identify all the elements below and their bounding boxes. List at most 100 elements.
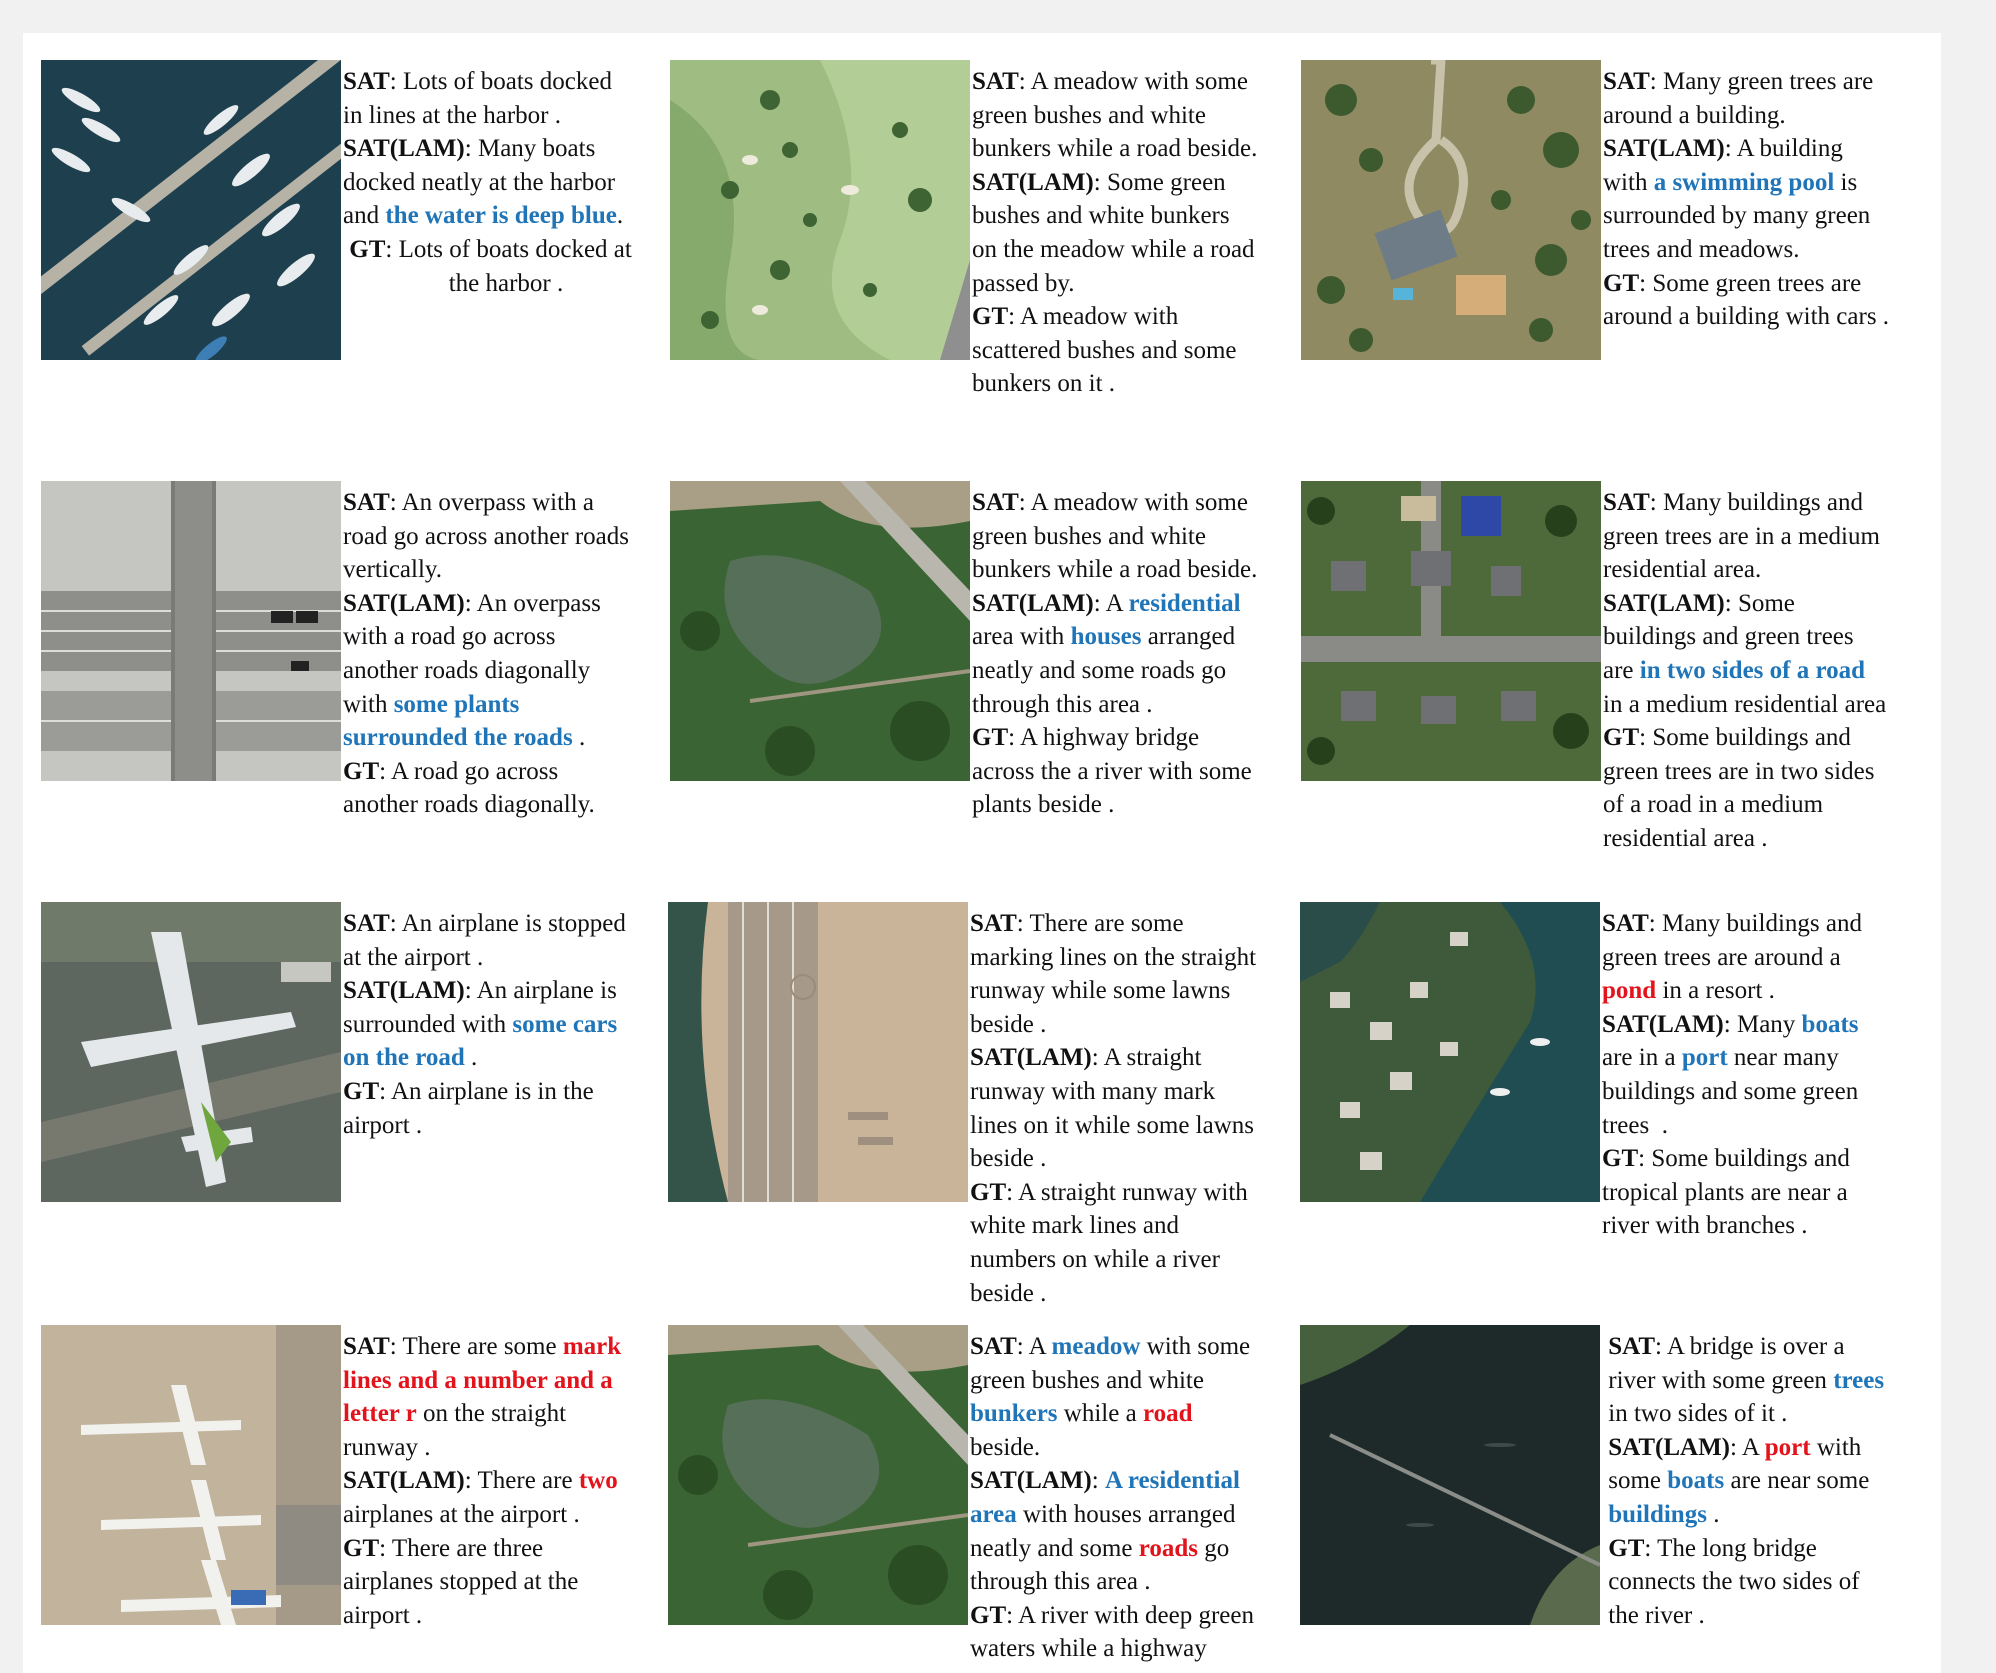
- caption-text: : Many: [1723, 1010, 1802, 1038]
- caption-line: in lines at the harbor .: [343, 99, 669, 133]
- caption-line: green bushes and white: [972, 99, 1298, 133]
- caption-label: GT: [970, 1178, 1007, 1206]
- caption-text: are near some: [1724, 1467, 1870, 1495]
- caption-line: SAT(LAM): A residential: [970, 1464, 1296, 1498]
- caption-text: : A river with deep green: [1006, 1601, 1254, 1629]
- caption-line: tropical plants are near a: [1602, 1176, 1928, 1210]
- caption-line: GT: A highway bridge: [972, 721, 1298, 755]
- caption-runway: SAT: There are some marking lines on the …: [970, 907, 1296, 1310]
- caption-label: SAT: [972, 68, 1019, 95]
- caption-text: the river .: [1602, 1601, 1705, 1629]
- caption-line: SAT: An airplane is stopped: [343, 907, 669, 941]
- highlight-blue: meadow: [1051, 1333, 1141, 1360]
- caption-text: with a road go across: [343, 623, 556, 651]
- caption-text: the harbor .: [448, 269, 564, 297]
- caption-line: neatly and some roads go: [970, 1532, 1296, 1566]
- caption-golf-meadow: SAT: A meadow with some green bushes and …: [972, 65, 1298, 401]
- house-image: [1301, 60, 1601, 360]
- caption-text: airplanes at the airport .: [343, 1500, 580, 1528]
- meadow-image: [670, 60, 970, 360]
- highlight-blue: boats: [1667, 1467, 1725, 1495]
- satellite-image-airport-planes: [41, 1325, 341, 1625]
- caption-line: runway with many mark: [970, 1075, 1296, 1109]
- highlight-red: mark: [562, 1333, 622, 1360]
- caption-text: surrounded with: [343, 1010, 513, 1038]
- caption-line: scattered bushes and some: [972, 334, 1298, 368]
- highlight-red: letter r: [343, 1400, 417, 1428]
- caption-text: near many: [1727, 1044, 1839, 1072]
- satellite-image-residential: [1301, 481, 1601, 781]
- caption-line: SAT: An overpass with a: [343, 486, 669, 520]
- caption-text: is: [1834, 168, 1858, 196]
- caption-line: at the airport .: [343, 941, 669, 975]
- caption-line: another roads diagonally: [343, 654, 669, 688]
- caption-text: : An overpass: [464, 589, 601, 617]
- caption-text: buildings and green trees: [1603, 623, 1854, 651]
- caption-text: connects the two sides of: [1602, 1568, 1860, 1596]
- caption-line: river with branches .: [1602, 1209, 1928, 1243]
- caption-text: : A building: [1724, 135, 1843, 163]
- caption-line: across the a river with some: [972, 755, 1298, 789]
- caption-line: buildings .: [1602, 1498, 1928, 1532]
- caption-residential: SAT: Many buildings and green trees are i…: [1603, 486, 1929, 856]
- caption-text: on the straight: [416, 1400, 567, 1428]
- highlight-red: lines and a number and a: [343, 1366, 613, 1394]
- caption-label: GT: [1603, 269, 1640, 297]
- caption-label: GT: [972, 724, 1009, 752]
- caption-line: river with some green trees: [1602, 1364, 1928, 1398]
- caption-label: SAT: [970, 910, 1017, 937]
- caption-line: in a medium residential area: [1603, 688, 1929, 722]
- river-image: [670, 481, 970, 781]
- caption-label: SAT(LAM): [970, 1467, 1092, 1495]
- caption-line: in two sides of it .: [1602, 1397, 1928, 1431]
- caption-text: through this area .: [970, 1568, 1151, 1596]
- caption-text: : A highway bridge: [1008, 724, 1200, 752]
- caption-text: : Some: [1724, 589, 1795, 617]
- caption-label: SAT(LAM): [972, 168, 1094, 196]
- caption-line: are in two sides of a road: [1603, 654, 1929, 688]
- caption-text: : Some buildings and: [1639, 724, 1851, 752]
- caption-label: SAT(LAM): [343, 977, 465, 1005]
- caption-line: residential area .: [1603, 822, 1929, 856]
- caption-label: SAT: [1603, 68, 1650, 95]
- caption-line: area with houses arranged: [970, 1498, 1296, 1532]
- caption-text: residential area.: [1603, 556, 1762, 584]
- caption-text: : A: [1730, 1433, 1765, 1461]
- caption-line: docked neatly at the harbor: [343, 166, 669, 200]
- highlight-blue: in two sides of a road: [1639, 656, 1866, 684]
- caption-text: : A: [1016, 1333, 1052, 1360]
- caption-text: beside .: [970, 1279, 1047, 1307]
- caption-line: SAT(LAM): A building: [1603, 132, 1929, 166]
- highlight-red: road: [1142, 1400, 1193, 1428]
- caption-text: around a building.: [1603, 101, 1786, 129]
- highlight-blue: houses: [1070, 623, 1142, 651]
- highlight-blue: some cars: [512, 1010, 618, 1038]
- airport-image: [41, 1325, 341, 1625]
- caption-river-highway-2: SAT: A meadow with some green bushes and …: [970, 1330, 1296, 1666]
- caption-line: SAT: Many green trees are: [1603, 65, 1929, 99]
- caption-line: some boats are near some: [1602, 1464, 1928, 1498]
- caption-text: : A straight runway with: [1006, 1178, 1248, 1206]
- caption-line: airport .: [343, 1599, 669, 1633]
- caption-text: : Many green trees are: [1649, 68, 1874, 95]
- caption-text: : Lots of boats docked at: [385, 235, 632, 263]
- bridge-image: [1300, 1325, 1600, 1625]
- caption-line: beside.: [970, 1431, 1296, 1465]
- caption-text: : A meadow with some: [1018, 489, 1248, 516]
- caption-line: SAT: Lots of boats docked: [343, 65, 669, 99]
- caption-line: surrounded the roads .: [343, 721, 669, 755]
- caption-text: : There are some: [389, 1333, 563, 1360]
- caption-text: trees .: [1602, 1111, 1668, 1139]
- caption-text: in lines at the harbor .: [343, 101, 561, 129]
- highlight-blue: area: [970, 1500, 1017, 1528]
- caption-text: airport .: [343, 1111, 423, 1139]
- caption-text: : Some buildings and: [1638, 1145, 1850, 1173]
- caption-line: on the meadow while a road: [972, 233, 1298, 267]
- caption-line: surrounded with some cars: [343, 1008, 669, 1042]
- caption-text: .: [616, 202, 624, 230]
- caption-line: GT: A road go across: [343, 755, 669, 789]
- caption-line: GT: Lots of boats docked at: [343, 233, 669, 267]
- caption-line: GT: An airplane is in the: [343, 1075, 669, 1109]
- caption-line: are in a port near many: [1602, 1041, 1928, 1075]
- caption-line: SAT(LAM): A port with: [1602, 1431, 1928, 1465]
